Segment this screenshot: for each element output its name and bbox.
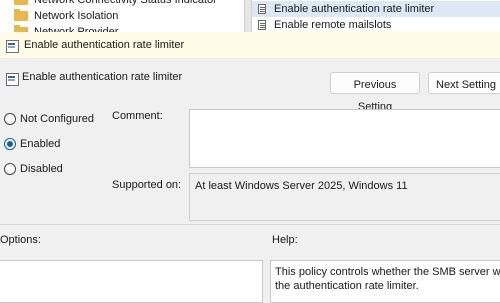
tree-item-label: Network Connectivity Status Indicator bbox=[34, 0, 217, 6]
tree-item[interactable]: Network Isolation bbox=[14, 8, 234, 24]
pane-splitter[interactable] bbox=[244, 0, 252, 32]
dialog-title: Enable authentication rate limiter bbox=[24, 39, 185, 51]
list-item-label: Enable remote mailslots bbox=[274, 19, 392, 31]
help-text: This policy controls whether the SMB ser… bbox=[275, 266, 500, 292]
radio-button[interactable] bbox=[4, 113, 16, 125]
list-item-label: Enable authentication rate limiter bbox=[274, 3, 435, 15]
radio-label: Not Configured bbox=[20, 113, 94, 125]
option-enabled[interactable]: Enabled bbox=[4, 138, 60, 150]
comment-label: Comment: bbox=[112, 110, 163, 122]
radio-label: Enabled bbox=[20, 138, 61, 150]
policy-setting-icon bbox=[256, 19, 268, 31]
previous-setting-button[interactable]: Previous Setting bbox=[330, 72, 420, 113]
policy-icon bbox=[5, 39, 19, 53]
supported-on-box: At least Windows Server 2025, Windows 11 bbox=[189, 173, 500, 221]
section-divider bbox=[0, 224, 500, 225]
policy-dialog: Enable authentication rate limiter Enabl… bbox=[0, 32, 500, 303]
radio-button[interactable] bbox=[4, 163, 16, 175]
setting-name: Enable authentication rate limiter bbox=[22, 71, 183, 83]
tree-item-label: Network Isolation bbox=[34, 10, 119, 22]
options-panel bbox=[0, 260, 263, 303]
radio-label: Disabled bbox=[20, 163, 63, 175]
tree-item[interactable]: Network Provider bbox=[14, 24, 234, 32]
comment-input[interactable] bbox=[189, 109, 500, 168]
policy-setting-icon bbox=[256, 3, 268, 15]
option-not-configured[interactable]: Not Configured bbox=[4, 113, 94, 125]
folder-icon bbox=[14, 9, 28, 21]
setting-header: Enable authentication rate limiter bbox=[0, 67, 500, 89]
background-console: Network Connectivity Status Indicator Ne… bbox=[0, 0, 500, 32]
help-label: Help: bbox=[272, 234, 298, 246]
list-item[interactable]: Enable authentication rate limiter bbox=[252, 1, 500, 17]
help-panel[interactable]: This policy controls whether the SMB ser… bbox=[270, 260, 500, 303]
category-tree: Network Connectivity Status Indicator Ne… bbox=[14, 0, 234, 32]
option-disabled[interactable]: Disabled bbox=[4, 163, 63, 175]
dialog-titlebar[interactable]: Enable authentication rate limiter bbox=[0, 32, 500, 59]
supported-on-value: At least Windows Server 2025, Windows 11 bbox=[195, 180, 408, 192]
radio-button[interactable] bbox=[4, 138, 16, 150]
supported-on-label: Supported on: bbox=[112, 179, 182, 191]
next-setting-button[interactable]: Next Setting bbox=[428, 72, 500, 94]
tree-item-label: Network Provider bbox=[34, 26, 119, 32]
folder-icon bbox=[14, 0, 28, 5]
tree-item[interactable]: Network Connectivity Status Indicator bbox=[14, 0, 234, 8]
policy-icon bbox=[5, 72, 19, 86]
list-item[interactable]: Enable remote mailslots bbox=[252, 17, 500, 32]
settings-list: Enable authentication rate limiter Enabl… bbox=[252, 1, 500, 32]
options-label: Options: bbox=[0, 234, 41, 246]
